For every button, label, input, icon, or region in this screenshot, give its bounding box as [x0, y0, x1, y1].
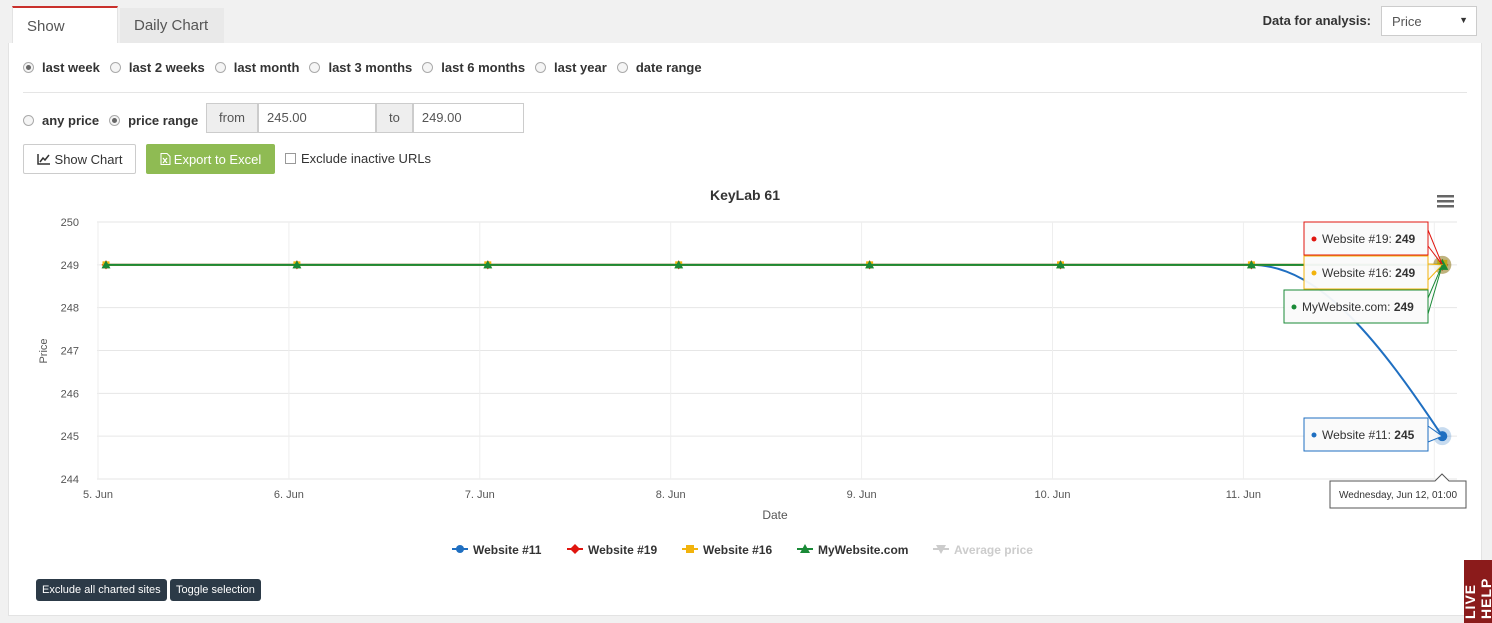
y-tick-label: 249: [61, 260, 79, 272]
legend-label: Website #19: [588, 543, 657, 557]
x-tick-label: 7. Jun: [465, 489, 495, 501]
legend-label: Average price: [954, 543, 1033, 557]
x-tick-label: 11. Jun: [1226, 489, 1261, 501]
chart-tooltips: Website #19: 249 Website #16: 249 MyWebsit…: [1283, 221, 1467, 509]
price-chart: KeyLab 61 244 245 246 247 248 249 250 5. Jun 6.…: [38, 187, 1467, 557]
tooltip-text: Website #16: 249: [1322, 266, 1416, 280]
series-website-11: [102, 261, 1452, 446]
live-help-tab[interactable]: LIVE HELP: [1462, 560, 1492, 623]
chart-title: KeyLab 61: [710, 187, 780, 203]
x-axis-label: Date: [762, 508, 788, 522]
tooltip-website-11: Website #11: 245: [1303, 417, 1444, 452]
legend-item-website-11[interactable]: Website #11: [452, 543, 542, 557]
x-axis-ticks: 5. Jun 6. Jun 7. Jun 8. Jun 9. Jun 10. Jun 11.…: [83, 489, 1261, 501]
legend-marker: [456, 545, 464, 553]
tooltip-text: Website #19: 249: [1322, 232, 1416, 246]
y-tick-label: 245: [61, 431, 79, 443]
series-mywebsite-com: [101, 255, 1452, 274]
legend-item-website-19[interactable]: Website #19: [567, 543, 657, 557]
x-tick-label: 9. Jun: [847, 489, 877, 501]
legend-label: MyWebsite.com: [818, 543, 908, 557]
x-tick-label: 6. Jun: [274, 489, 304, 501]
legend-item-mywebsite-com[interactable]: MyWebsite.com: [797, 543, 908, 557]
hover-date-text: Wednesday, Jun 12, 01:00: [1339, 490, 1457, 501]
legend-item-website-16[interactable]: Website #16: [682, 543, 772, 557]
legend-label: Website #11: [473, 543, 542, 557]
legend-marker: [686, 545, 694, 553]
legend-marker: [570, 544, 580, 554]
y-tick-label: 247: [61, 346, 79, 358]
tooltip-dot: [1291, 304, 1297, 310]
tooltip-website-16: Website #16: 249: [1303, 255, 1444, 290]
y-tick-label: 246: [61, 388, 79, 400]
x-tick-label: 8. Jun: [656, 489, 686, 501]
tooltip-text: Website #11: 245: [1322, 428, 1415, 442]
tooltip-text: MyWebsite.com: 249: [1302, 300, 1414, 314]
x-tick-label: 10. Jun: [1034, 489, 1070, 501]
y-axis-ticks: 244 245 246 247 248 249 250: [61, 217, 79, 486]
tooltip-dot: [1311, 270, 1317, 276]
x-tick-label: 5. Jun: [83, 489, 113, 501]
legend-label: Website #16: [703, 543, 772, 557]
y-tick-label: 248: [61, 303, 79, 315]
chart-legend: Website #11 Website #19 Website #16 MyWebsi…: [452, 543, 1033, 557]
legend-item-average-price[interactable]: Average price: [933, 543, 1033, 557]
y-tick-label: 250: [61, 217, 79, 229]
tooltip-dot: [1311, 236, 1317, 242]
y-tick-label: 244: [61, 474, 79, 486]
tooltip-dot: [1311, 432, 1317, 438]
chart-grid: [97, 221, 1457, 480]
y-axis-label: Price: [38, 338, 50, 363]
menu-icon[interactable]: [1437, 195, 1454, 208]
